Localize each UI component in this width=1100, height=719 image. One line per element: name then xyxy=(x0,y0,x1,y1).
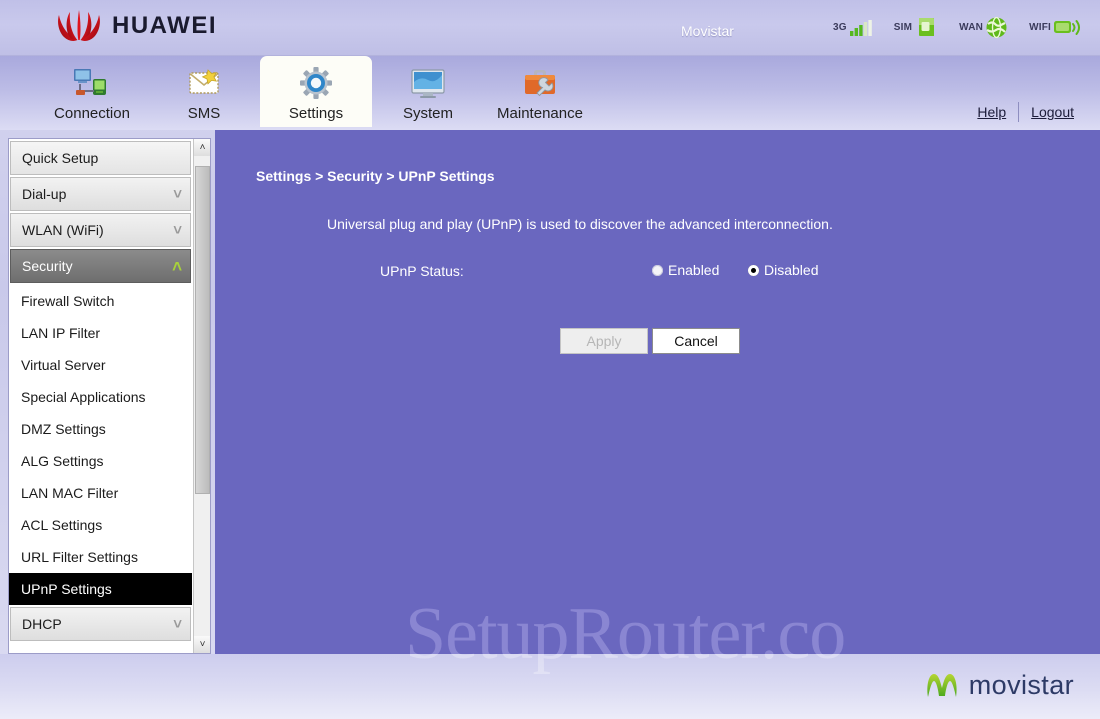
sidebar-group-label: WLAN (WiFi) xyxy=(22,222,104,238)
nav-divider xyxy=(1018,102,1020,122)
huawei-petal-icon xyxy=(58,10,100,41)
sidebar-group-label: Security xyxy=(22,258,73,274)
sidebar-item-label: URL Filter Settings xyxy=(21,549,138,565)
sidebar-item-label: UPnP Settings xyxy=(21,581,112,597)
sidebar-item-upnp-settings[interactable]: UPnP Settings xyxy=(9,573,192,605)
movistar-logo: movistar xyxy=(923,668,1074,702)
movistar-wordmark: movistar xyxy=(968,669,1074,700)
top-header: HUAWEI Movistar 3G SIM WAN WIFI xyxy=(0,0,1100,56)
status-sim: SIM xyxy=(894,18,937,37)
nav-tab-settings-label: Settings xyxy=(288,105,344,122)
breadcrumb: Settings > Security > UPnP Settings xyxy=(256,168,495,184)
status-wifi-label: WIFI xyxy=(1029,22,1051,33)
envelope-icon xyxy=(185,64,223,104)
status-sim-label: SIM xyxy=(893,22,913,33)
sidebar-item-label: Virtual Server xyxy=(21,357,106,373)
sidebar-item-special-applications[interactable]: Special Applications xyxy=(9,381,192,413)
sidebar-group-dhcp[interactable]: DHCP ˅ xyxy=(10,607,191,641)
nav-tab-maintenance-label: Maintenance xyxy=(497,105,583,122)
radio-enabled[interactable]: Enabled xyxy=(652,262,719,278)
status-3g-label: 3G xyxy=(833,22,847,33)
carrier-name: Movistar xyxy=(681,23,734,39)
upnp-status-row: UPnP Status: Enabled Disabled xyxy=(215,262,1100,284)
status-wan: WAN xyxy=(959,17,1007,38)
nav-utility-links: Help Logout xyxy=(977,102,1074,122)
scroll-up-button[interactable]: ˄ xyxy=(194,139,210,156)
toolbox-wrench-icon xyxy=(521,64,559,104)
page-footer: movistar xyxy=(0,654,1100,719)
nav-tab-list: Connection SMS Settings System Maintenan… xyxy=(36,56,596,130)
sidebar-item-virtual-server[interactable]: Virtual Server xyxy=(9,349,192,381)
gear-icon xyxy=(297,64,335,104)
sidebar-group-quick-setup[interactable]: Quick Setup xyxy=(10,141,191,175)
sidebar-scrollbar[interactable]: ˄ ˅ xyxy=(193,139,210,653)
status-wifi: WIFI xyxy=(1029,18,1082,37)
nav-tab-connection[interactable]: Connection xyxy=(36,56,148,127)
nav-tab-sms-label: SMS xyxy=(187,105,221,122)
sidebar-item-label: ACL Settings xyxy=(21,517,103,533)
wifi-icon xyxy=(1054,20,1080,35)
sidebar-item-acl-settings[interactable]: ACL Settings xyxy=(9,509,192,541)
radio-disabled-dot[interactable] xyxy=(748,264,759,276)
nav-tab-system-label: System xyxy=(402,105,453,122)
sidebar-group-label: DHCP xyxy=(22,616,62,632)
apply-button[interactable]: Apply xyxy=(560,328,648,354)
sidebar-menu: Quick Setup Dial-up ˅ WLAN (WiFi) ˅ Security ˄… xyxy=(8,138,211,654)
sidebar-item-firewall-switch[interactable]: Firewall Switch xyxy=(9,285,192,317)
page-description: Universal plug and play (UPnP) is used t… xyxy=(327,216,833,232)
sidebar-group-security[interactable]: Security ˄ xyxy=(10,249,191,283)
help-link[interactable]: Help xyxy=(977,104,1006,120)
nav-tab-sms[interactable]: SMS xyxy=(148,56,260,127)
movistar-m-icon xyxy=(927,674,957,697)
radio-enabled-label: Enabled xyxy=(668,262,720,278)
nav-tab-system[interactable]: System xyxy=(372,56,484,127)
sim-card-icon xyxy=(919,18,935,36)
sidebar-entry-list: Quick Setup Dial-up ˅ WLAN (WiFi) ˅ Security ˄… xyxy=(9,141,210,641)
sidebar-group-label: Quick Setup xyxy=(22,150,99,166)
network-computers-icon xyxy=(73,64,111,104)
sidebar-group-dial-up[interactable]: Dial-up ˅ xyxy=(10,177,191,211)
chevron-up-icon[interactable]: ˄ xyxy=(172,258,182,275)
chevron-down-icon[interactable]: ˅ xyxy=(173,223,182,238)
sidebar-item-lan-ip-filter[interactable]: LAN IP Filter xyxy=(9,317,192,349)
radio-disabled[interactable]: Disabled xyxy=(748,262,818,278)
nav-tab-connection-label: Connection xyxy=(54,105,130,122)
sidebar-item-url-filter-settings[interactable]: URL Filter Settings xyxy=(9,541,192,573)
scroll-down-button[interactable]: ˅ xyxy=(194,636,210,653)
huawei-logo: HUAWEI xyxy=(56,9,217,43)
action-button-row: Apply Cancel xyxy=(215,328,1100,354)
sidebar-item-label: Special Applications xyxy=(21,389,146,405)
sidebar-item-lan-mac-filter[interactable]: LAN MAC Filter xyxy=(9,477,192,509)
chevron-down-icon[interactable]: ˅ xyxy=(173,187,182,202)
sidebar-item-alg-settings[interactable]: ALG Settings xyxy=(9,445,192,477)
signal-bars-icon xyxy=(849,19,872,36)
nav-tab-maintenance[interactable]: Maintenance xyxy=(484,56,596,127)
sidebar-item-label: DMZ Settings xyxy=(21,421,106,437)
scrollbar-thumb[interactable] xyxy=(195,166,210,494)
logout-link[interactable]: Logout xyxy=(1031,104,1074,120)
radio-enabled-dot[interactable] xyxy=(652,264,663,276)
cancel-button[interactable]: Cancel xyxy=(652,328,740,354)
huawei-wordmark: HUAWEI xyxy=(112,12,217,39)
status-3g: 3G xyxy=(833,19,872,36)
status-wan-label: WAN xyxy=(959,22,984,33)
nav-tab-settings[interactable]: Settings xyxy=(260,56,372,127)
main-content-panel: Settings > Security > UPnP Settings Univ… xyxy=(215,130,1100,654)
monitor-icon xyxy=(409,64,447,104)
sidebar-item-label: LAN MAC Filter xyxy=(21,485,119,501)
status-icon-group: 3G SIM WAN WIFI xyxy=(833,17,1082,38)
globe-icon xyxy=(986,17,1007,38)
sidebar-item-label: Firewall Switch xyxy=(21,293,115,309)
sidebar-item-label: LAN IP Filter xyxy=(21,325,101,341)
main-navigation-bar: Connection SMS Settings System Maintenan… xyxy=(0,56,1100,130)
sidebar-group-wlan-wifi[interactable]: WLAN (WiFi) ˅ xyxy=(10,213,191,247)
sidebar-group-label: Dial-up xyxy=(22,186,67,202)
upnp-status-label: UPnP Status: xyxy=(380,263,464,279)
sidebar-item-label: ALG Settings xyxy=(21,453,104,469)
sidebar-item-dmz-settings[interactable]: DMZ Settings xyxy=(9,413,192,445)
chevron-down-icon[interactable]: ˅ xyxy=(173,617,182,632)
radio-disabled-label: Disabled xyxy=(764,262,819,278)
